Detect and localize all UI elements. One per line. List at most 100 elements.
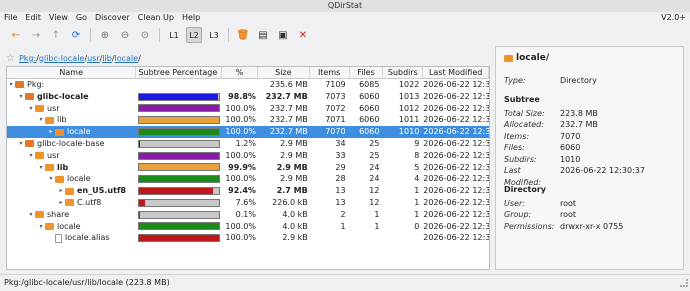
table-row[interactable]: ▸ locale 100.0% 232.7 MB 7070 6060 1010 2026-06… xyxy=(7,126,489,138)
column-header[interactable]: Last Modified xyxy=(423,67,489,78)
column-header[interactable]: % xyxy=(222,67,258,78)
table-row[interactable]: ▾ glibc-locale-base 1.2% 2.9 MB 34 25 9 2026-06… xyxy=(7,138,489,150)
subdirs-cell: 1 xyxy=(414,197,420,207)
expanded-arrow-icon[interactable]: ▾ xyxy=(27,103,35,115)
name-cell: ▸ C.utf8 xyxy=(7,197,136,209)
collapsed-arrow-icon[interactable]: ▸ xyxy=(47,126,55,138)
package-icon xyxy=(25,93,34,101)
column-header[interactable]: Subtree Percentage xyxy=(136,67,223,78)
column-header[interactable]: Items xyxy=(310,67,350,78)
details-key: Files: xyxy=(504,143,525,152)
refresh-icon[interactable]: ⟳ xyxy=(68,27,84,43)
column-header[interactable]: Size xyxy=(258,67,310,78)
percent-cell: 99.9% xyxy=(228,162,256,172)
last-modified-cell: 2026-06-22 12:30:37 xyxy=(423,91,490,101)
table-row[interactable]: ▾ lib 100.0% 232.7 MB 7071 6060 1011 2026-06-22… xyxy=(7,114,489,126)
table-row[interactable]: ▾ Pkg: 235.6 MB 7109 6085 1022 2026-06-22 12:3… xyxy=(7,79,489,91)
details-row: Subdirs: 1010 xyxy=(504,154,675,166)
file-manager-icon[interactable]: ▤ xyxy=(255,27,271,43)
column-header[interactable]: Subdirs xyxy=(383,67,424,78)
expanded-arrow-icon[interactable]: ▾ xyxy=(7,79,15,91)
terminal-icon[interactable]: ▣ xyxy=(275,27,291,43)
zoom-out-icon[interactable]: ⊖ xyxy=(117,27,133,43)
items-cell: 28 xyxy=(335,174,346,184)
breadcrumb-link[interactable]: glibc-locale xyxy=(39,54,84,63)
breadcrumb-link[interactable]: Pkg: xyxy=(19,54,36,63)
expanded-arrow-icon[interactable]: ▾ xyxy=(27,150,35,162)
files-cell: 25 xyxy=(369,138,380,148)
details-row: Permissions: drwxr-xr-x 0755 xyxy=(504,221,675,233)
percentage-bar-fill xyxy=(139,129,220,136)
table-row[interactable]: ▸ en_US.utf8 92.4% 2.7 MB 13 12 1 2026-06-22 12… xyxy=(7,185,489,197)
level-l1-button[interactable]: L1 xyxy=(166,27,182,43)
size-cell: 2.9 MB xyxy=(280,174,308,184)
table-row[interactable]: ▾ lib 99.9% 2.9 MB 29 24 52026-06-22 12:30:37 xyxy=(7,162,489,174)
items-cell: 29 xyxy=(335,162,346,172)
level-l3-button[interactable]: L3 xyxy=(206,27,222,43)
details-type-label: Type: xyxy=(504,76,526,85)
table-row[interactable]: ▸ C.utf8 7.6% 226.0 kB 13 12 12026-06-22 12:30… xyxy=(7,197,489,209)
menu-help[interactable]: Help xyxy=(182,12,200,24)
expanded-arrow-icon[interactable]: ▾ xyxy=(27,209,35,221)
subtree-percentage-cell xyxy=(136,173,222,185)
zoom-reset-icon[interactable]: ⊙ xyxy=(137,27,153,43)
back-icon[interactable]: ← xyxy=(8,27,24,43)
table-row[interactable]: locale.alias 100.0% 2.9 kB 2026-06-22 12:30… xyxy=(7,232,489,244)
percentage-bar xyxy=(138,222,221,231)
menu-clean-up[interactable]: Clean Up xyxy=(138,12,174,24)
files-cell: 25 xyxy=(369,150,380,160)
folder-icon xyxy=(65,199,74,207)
level-l2-button[interactable]: L2 xyxy=(186,27,202,43)
table-row[interactable]: ▾ locale 100.0% 4.0 kB 1 1 02026-06-22 12:30:3… xyxy=(7,221,489,233)
delete-icon[interactable]: ✕ xyxy=(295,27,311,43)
breadcrumb-link[interactable]: lib xyxy=(102,54,112,63)
items-cell: 13 xyxy=(335,186,346,196)
size-cell: 232.7 MB xyxy=(265,91,308,101)
breadcrumb-link[interactable]: locale xyxy=(115,54,139,63)
zoom-in-icon[interactable]: ⊕ xyxy=(97,27,113,43)
menu-go[interactable]: Go xyxy=(76,12,87,24)
subdirs-cell: 1 xyxy=(414,186,420,196)
files-cell: 6060 xyxy=(359,91,380,101)
name-cell: ▾ lib xyxy=(7,162,136,174)
subdirs-cell: 9 xyxy=(414,138,420,148)
subtree-percentage-cell xyxy=(136,126,222,138)
menu-file[interactable]: File xyxy=(4,12,17,24)
expanded-arrow-icon[interactable]: ▾ xyxy=(17,91,25,103)
details-key: Permissions: xyxy=(504,221,555,231)
menubar: File Edit View Go Discover Clean Up Help V2.0+ xyxy=(0,12,690,24)
up-icon[interactable]: ↑ xyxy=(48,27,64,43)
table-row[interactable]: ▾ glibc-locale 98.8% 232.7 MB 7073 6060 1013 20… xyxy=(7,91,489,103)
expanded-arrow-icon[interactable]: ▾ xyxy=(37,114,45,126)
breadcrumb-link[interactable]: usr xyxy=(87,54,100,63)
collapsed-arrow-icon[interactable]: ▸ xyxy=(57,185,65,197)
files-cell: 1 xyxy=(374,221,380,231)
item-name: lib xyxy=(57,115,67,125)
bookmark-star-icon[interactable]: ☆ xyxy=(6,53,15,64)
resize-grip-icon[interactable] xyxy=(680,279,688,287)
directory-tree[interactable]: Name Subtree Percentage% Size Items Files Sub… xyxy=(6,66,490,270)
percentage-bar xyxy=(138,163,221,172)
column-header[interactable]: Name xyxy=(7,67,137,78)
cleanup-icon[interactable]: 🗑 xyxy=(235,27,251,43)
folder-icon xyxy=(65,187,74,195)
expanded-arrow-icon[interactable]: ▾ xyxy=(37,162,45,174)
items-cell: 7071 xyxy=(325,115,346,125)
directory-section: User: root Group: root Permissions: drwxr-xr-… xyxy=(504,198,675,233)
last-modified-cell: 2026-06-22 12:30:37 xyxy=(423,233,490,243)
column-header[interactable]: Files xyxy=(350,67,384,78)
table-row[interactable]: ▾share0.1%4.0 kB2112026-06-22 12:30:37 xyxy=(7,209,489,221)
table-row[interactable]: ▾ usr 100.0% 2.9 MB 33 25 82026-06-22 12:30:37 xyxy=(7,150,489,162)
menu-view[interactable]: View xyxy=(49,12,68,24)
forward-icon[interactable]: → xyxy=(28,27,44,43)
collapsed-arrow-icon[interactable]: ▸ xyxy=(57,197,65,209)
expanded-arrow-icon[interactable]: ▾ xyxy=(37,221,45,233)
menu-discover[interactable]: Discover xyxy=(95,12,130,24)
percent-cell: 100.0% xyxy=(225,174,256,184)
table-row[interactable]: ▾ usr 100.0% 232.7 MB 7072 6060 1012 2026-06-22… xyxy=(7,103,489,115)
table-row[interactable]: ▾ locale 100.0% 2.9 MB 28 24 42026-06-22 12:30… xyxy=(7,173,489,185)
details-row: Total Size: 223.8 MB xyxy=(504,108,675,120)
expanded-arrow-icon[interactable]: ▾ xyxy=(47,173,55,185)
expanded-arrow-icon[interactable]: ▾ xyxy=(17,138,25,150)
menu-edit[interactable]: Edit xyxy=(25,12,41,24)
